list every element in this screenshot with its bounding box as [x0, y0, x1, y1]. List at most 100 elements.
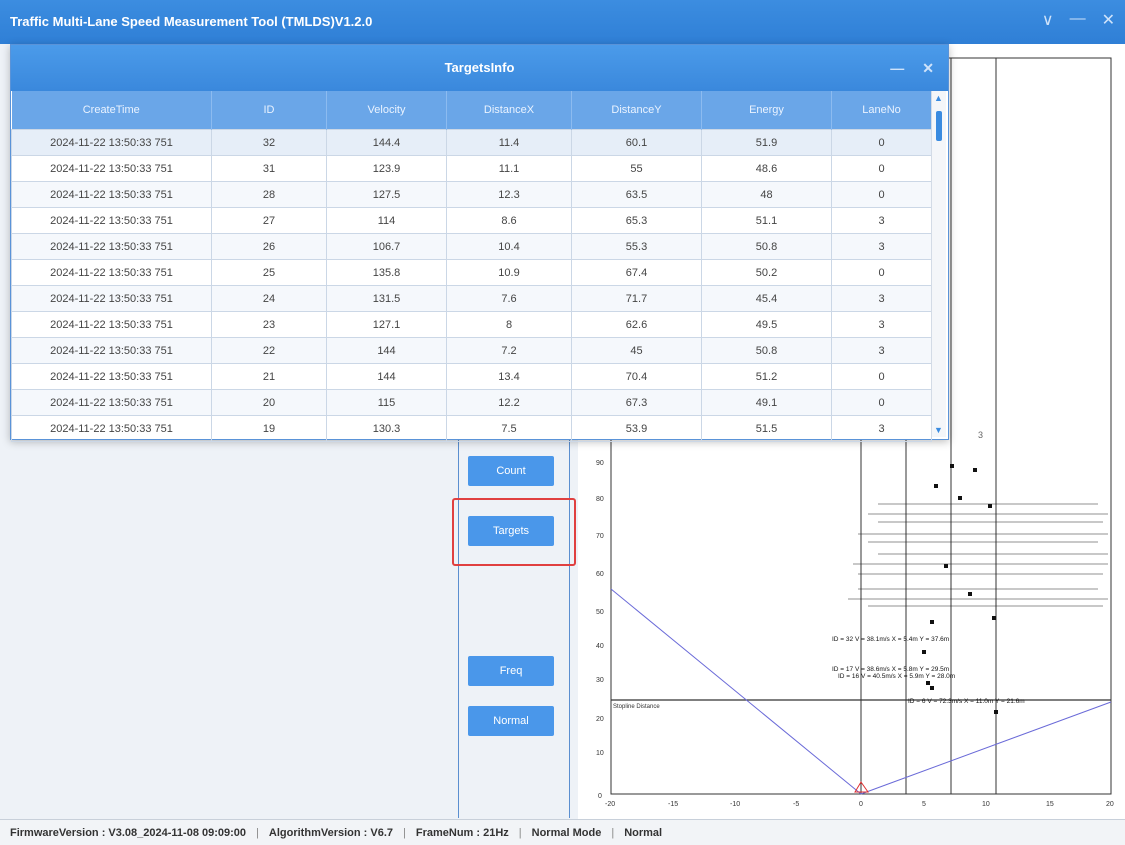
table-cell: 2024-11-22 13:50:33 751 [11, 311, 212, 338]
column-header[interactable]: Energy [701, 91, 832, 130]
table-cell: 2024-11-22 13:50:33 751 [11, 363, 212, 390]
app-title: Traffic Multi-Lane Speed Measurement Too… [10, 14, 373, 29]
table-cell: 51.5 [701, 415, 832, 442]
table-row[interactable]: 2024-11-22 13:50:33 751 31 123.9 11.1 55 48.6… [11, 155, 932, 182]
table-cell: 67.4 [571, 259, 702, 286]
scroll-up-icon[interactable]: ▲ [934, 93, 943, 103]
dropdown-icon[interactable]: ∨ [1042, 10, 1054, 30]
column-header[interactable]: Velocity [326, 91, 447, 130]
table-cell: 2024-11-22 13:50:33 751 [11, 207, 212, 234]
targets-table: CreateTime ID Velocity DistanceX Distanc… [11, 91, 932, 442]
count-button[interactable]: Count [468, 456, 554, 486]
close-icon[interactable]: ✕ [1102, 10, 1115, 30]
table-cell: 51.2 [701, 363, 832, 390]
x-tick: -5 [793, 801, 799, 808]
table-cell: 3 [831, 233, 932, 260]
table-cell: 51.9 [701, 129, 832, 156]
target-point [922, 650, 926, 654]
column-header[interactable]: DistanceX [446, 91, 572, 130]
table-scrollbar[interactable]: ▲ ▼ [931, 91, 946, 437]
target-label: ID = 32 V = 38.1m/s X = 5.4m Y = 37.6m [832, 636, 949, 643]
target-point [944, 564, 948, 568]
table-cell: 106.7 [326, 233, 447, 260]
normal-button[interactable]: Normal [468, 706, 554, 736]
target-point [934, 484, 938, 488]
column-header[interactable]: LaneNo [831, 91, 932, 130]
table-cell: 32 [211, 129, 327, 156]
table-row[interactable]: 2024-11-22 13:50:33 751 28 127.5 12.3 63.5 48… [11, 181, 932, 208]
table-cell: 7.6 [446, 285, 572, 312]
freq-button[interactable]: Freq [468, 656, 554, 686]
table-cell: 3 [831, 415, 932, 442]
table-cell: 67.3 [571, 389, 702, 416]
table-cell: 63.5 [571, 181, 702, 208]
target-label: ID = 16 V = 40.5m/s X = 5.9m Y = 28.0m [838, 673, 955, 680]
table-cell: 2024-11-22 13:50:33 751 [11, 285, 212, 312]
table-row[interactable]: 2024-11-22 13:50:33 751 22 144 7.2 45 50.8 3 [11, 337, 932, 364]
column-header[interactable]: ID [211, 91, 327, 130]
table-cell: 50.2 [701, 259, 832, 286]
dialog-minimize-icon[interactable]: — [890, 45, 904, 91]
table-row[interactable]: 2024-11-22 13:50:33 751 32 144.4 11.4 60.1 51… [11, 129, 932, 156]
table-cell: 0 [831, 129, 932, 156]
table-row[interactable]: 2024-11-22 13:50:33 751 23 127.1 8 62.6 49.5 3 [11, 311, 932, 338]
table-cell: 50.8 [701, 233, 832, 260]
status-separator: | [256, 826, 259, 839]
x-tick: -15 [668, 801, 678, 808]
table-cell: 11.1 [446, 155, 572, 182]
table-cell: 12.2 [446, 389, 572, 416]
table-body: 2024-11-22 13:50:33 751 32 144.4 11.4 60.1 51… [11, 129, 932, 442]
table-cell: 2024-11-22 13:50:33 751 [11, 415, 212, 442]
table-cell: 2024-11-22 13:50:33 751 [11, 155, 212, 182]
dialog-close-icon[interactable]: ✕ [922, 45, 934, 91]
table-row[interactable]: 2024-11-22 13:50:33 751 27 114 8.6 65.3 51.1 3 [11, 207, 932, 234]
algorithm-version: AlgorithmVersion : V6.7 [268, 826, 393, 839]
y-tick: 90 [596, 460, 604, 467]
column-header[interactable]: DistanceY [571, 91, 702, 130]
scroll-down-icon[interactable]: ▼ [934, 425, 943, 435]
target-point [950, 464, 954, 468]
frame-num: FrameNum : 21Hz [415, 826, 509, 839]
minimize-icon[interactable]: — [1070, 10, 1086, 30]
table-cell: 0 [831, 389, 932, 416]
table-cell: 21 [211, 363, 327, 390]
table-cell: 0 [831, 363, 932, 390]
y-tick: 70 [596, 533, 604, 540]
x-tick: 5 [922, 801, 926, 808]
y-tick: 40 [596, 643, 604, 650]
table-cell: 2024-11-22 13:50:33 751 [11, 129, 212, 156]
table-row[interactable]: 2024-11-22 13:50:33 751 20 115 12.2 67.3 49.1… [11, 389, 932, 416]
target-point [930, 686, 934, 690]
table-cell: 31 [211, 155, 327, 182]
table-cell: 144 [326, 337, 447, 364]
scroll-thumb[interactable] [936, 111, 942, 141]
fov-line-left [610, 588, 862, 795]
table-cell: 27 [211, 207, 327, 234]
x-tick: 0 [859, 801, 863, 808]
fov-line-right [860, 701, 1112, 795]
table-cell: 2024-11-22 13:50:33 751 [11, 181, 212, 208]
target-point [968, 592, 972, 596]
target-point [992, 616, 996, 620]
x-tick: 15 [1046, 801, 1054, 808]
target-label-cluster [848, 503, 1108, 607]
y-tick: 0 [598, 793, 602, 800]
table-cell: 13.4 [446, 363, 572, 390]
table-cell: 11.4 [446, 129, 572, 156]
table-cell: 24 [211, 285, 327, 312]
table-row[interactable]: 2024-11-22 13:50:33 751 25 135.8 10.9 67.4 50… [11, 259, 932, 286]
table-cell: 50.8 [701, 337, 832, 364]
table-row[interactable]: 2024-11-22 13:50:33 751 26 106.7 10.4 55.3 50… [11, 233, 932, 260]
table-cell: 2024-11-22 13:50:33 751 [11, 233, 212, 260]
table-row[interactable]: 2024-11-22 13:50:33 751 24 131.5 7.6 71.7 45.… [11, 285, 932, 312]
column-header[interactable]: CreateTime [11, 91, 212, 130]
table-cell: 131.5 [326, 285, 447, 312]
table-cell: 114 [326, 207, 447, 234]
x-tick: -10 [730, 801, 740, 808]
firmware-version: FirmwareVersion : V3.08_2024-11-08 09:09… [10, 826, 247, 839]
button-column: Count Targets Freq Normal [458, 440, 570, 818]
table-row[interactable]: 2024-11-22 13:50:33 751 21 144 13.4 70.4 51.2… [11, 363, 932, 390]
table-row[interactable]: 2024-11-22 13:50:33 751 19 130.3 7.5 53.9 51.… [11, 415, 932, 442]
table-cell: 135.8 [326, 259, 447, 286]
y-tick: 30 [596, 677, 604, 684]
